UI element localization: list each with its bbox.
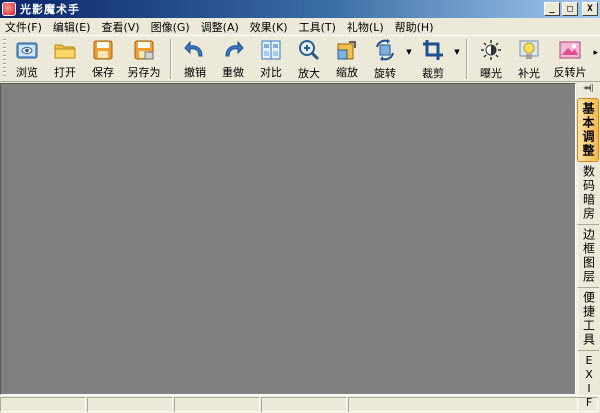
save-label: 保存 <box>92 66 114 79</box>
compare-button[interactable]: 对比 <box>252 36 290 80</box>
close-button[interactable]: X <box>582 2 598 16</box>
save-icon <box>92 39 114 60</box>
save-button[interactable]: 保存 <box>84 36 122 80</box>
status-bar <box>0 395 600 412</box>
open-folder-icon <box>54 39 76 60</box>
fill-light-label: 补光 <box>518 67 540 80</box>
right-panel-tabs: ◂◂|| 基本调整 数码暗房 边框图层 便捷工具 EXIF <box>576 83 600 413</box>
undo-button[interactable]: 撤销 <box>176 36 214 80</box>
rotate-dropdown-arrow[interactable]: ▼ <box>404 36 414 80</box>
resize-button[interactable]: 缩放 <box>328 36 366 80</box>
menu-effects[interactable]: 效果(K) <box>245 19 294 35</box>
crop-label: 裁剪 <box>422 67 444 80</box>
rotate-button[interactable]: 旋转 <box>366 36 404 80</box>
exposure-label: 曝光 <box>480 67 502 80</box>
collapse-panel-button[interactable]: ◂◂|| <box>576 83 600 98</box>
maximize-button[interactable]: □ <box>562 2 578 16</box>
rotate-icon <box>374 39 396 61</box>
tab-label: 数码暗房 <box>581 165 596 221</box>
toolbar-separator <box>170 39 172 79</box>
status-cell <box>87 397 173 412</box>
redo-button[interactable]: 重做 <box>214 36 252 80</box>
status-cell <box>348 397 598 412</box>
save-as-icon <box>133 39 155 60</box>
status-cell <box>261 397 347 412</box>
crop-dropdown-arrow[interactable]: ▼ <box>452 36 462 80</box>
tab-basic-adjust[interactable]: 基本调整 <box>577 98 599 162</box>
toolbar-grip[interactable] <box>3 39 6 79</box>
invert-film-button[interactable]: 反转片 <box>548 36 592 80</box>
window-controls: _ □ X <box>544 2 598 16</box>
browse-icon <box>16 39 38 60</box>
minimize-button[interactable]: _ <box>544 2 560 16</box>
crop-icon <box>422 39 444 61</box>
menu-file[interactable]: 文件(F) <box>0 19 48 35</box>
status-cell <box>0 397 86 412</box>
tab-frame-layers[interactable]: 边框图层 <box>577 225 599 288</box>
resize-label: 缩放 <box>336 66 358 79</box>
invert-film-label: 反转片 <box>553 66 587 79</box>
undo-label: 撤销 <box>184 66 206 79</box>
toolbar-overflow-button[interactable]: ▸ <box>593 48 598 58</box>
image-canvas[interactable] <box>0 83 576 395</box>
rotate-label: 旋转 <box>374 67 396 80</box>
browse-button[interactable]: 浏览 <box>8 36 46 80</box>
menu-help[interactable]: 帮助(H) <box>390 19 440 35</box>
app-logo-icon[interactable] <box>2 2 16 16</box>
exposure-icon <box>480 39 502 61</box>
window-title: 光影魔术手 <box>20 3 80 16</box>
title-bar[interactable]: 光影魔术手 _ □ X <box>0 0 600 18</box>
menu-edit[interactable]: 编辑(E) <box>48 19 97 35</box>
toolbar-separator <box>466 39 468 79</box>
browse-label: 浏览 <box>16 66 38 79</box>
tab-label: 基本调整 <box>581 102 595 158</box>
menu-gifts[interactable]: 礼物(L) <box>342 19 390 35</box>
menu-tools[interactable]: 工具(T) <box>294 19 342 35</box>
crop-button[interactable]: 裁剪 <box>414 36 452 80</box>
compare-icon <box>260 39 282 60</box>
zoom-in-button[interactable]: 放大 <box>290 36 328 80</box>
zoom-in-label: 放大 <box>298 67 320 80</box>
tab-digital-darkroom[interactable]: 数码暗房 <box>577 162 599 225</box>
menu-adjust[interactable]: 调整(A) <box>196 19 245 35</box>
tab-label: 便捷工具 <box>581 291 596 347</box>
resize-icon <box>336 39 358 60</box>
fill-light-button[interactable]: 补光 <box>510 36 548 80</box>
app-window: 光影魔术手 _ □ X 文件(F) 编辑(E) 查看(V) 图像(G) 调整(A… <box>0 0 600 413</box>
fill-light-icon <box>518 39 540 61</box>
tab-label: 边框图层 <box>581 228 596 284</box>
save-as-label: 另存为 <box>127 66 161 79</box>
redo-icon <box>222 39 244 60</box>
main-toolbar: 浏览 打开 保存 另存为 撤销 重做 对比 放大 缩放 旋转 ▼ 裁剪 ▼ 曝光… <box>0 35 600 82</box>
undo-icon <box>184 39 206 60</box>
save-as-button[interactable]: 另存为 <box>122 36 166 80</box>
status-cell <box>174 397 260 412</box>
zoom-in-icon <box>298 39 320 61</box>
invert-film-icon <box>559 39 581 60</box>
menu-view[interactable]: 查看(V) <box>96 19 145 35</box>
exposure-button[interactable]: 曝光 <box>472 36 510 80</box>
open-button[interactable]: 打开 <box>46 36 84 80</box>
open-label: 打开 <box>54 66 76 79</box>
redo-label: 重做 <box>222 66 244 79</box>
menu-bar: 文件(F) 编辑(E) 查看(V) 图像(G) 调整(A) 效果(K) 工具(T… <box>0 18 600 35</box>
menu-image[interactable]: 图像(G) <box>146 19 196 35</box>
compare-label: 对比 <box>260 66 282 79</box>
tab-quick-tools[interactable]: 便捷工具 <box>577 288 599 351</box>
